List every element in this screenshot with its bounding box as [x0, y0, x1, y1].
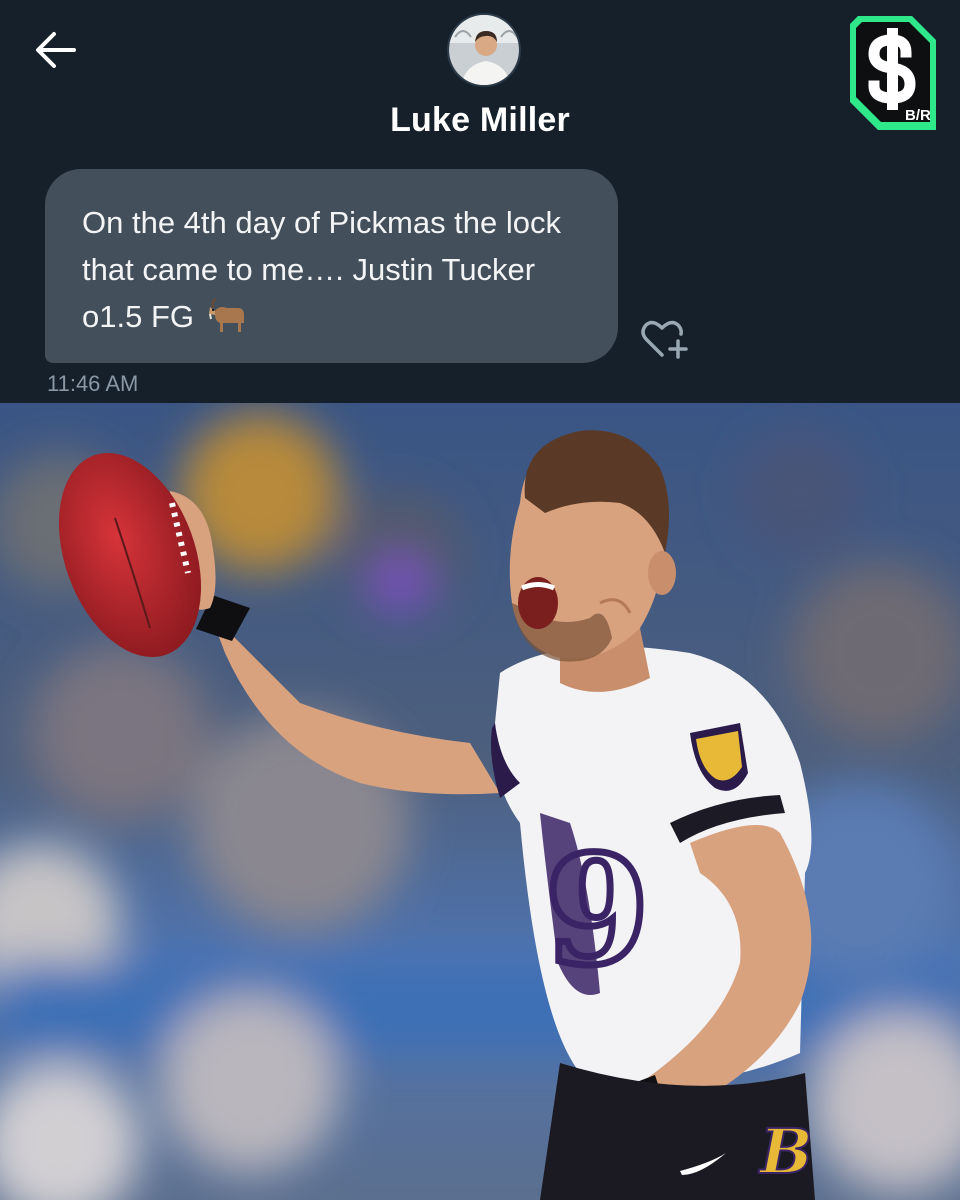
back-button[interactable] [30, 28, 80, 74]
message-thread: On the 4th day of Pickmas the lock that … [0, 163, 960, 403]
brand-text: B/R [905, 107, 931, 124]
jersey-number: 9 [545, 823, 649, 999]
add-reaction-button[interactable] [638, 315, 690, 361]
goat-emoji-icon [207, 297, 249, 348]
br-betting-dollar-icon: B/R [850, 16, 936, 130]
message-bubble[interactable]: On the 4th day of Pickmas the lock that … [45, 169, 618, 363]
arrow-left-icon [36, 32, 76, 68]
br-betting-logo: B/R [848, 14, 938, 132]
avatar[interactable] [447, 13, 521, 87]
contact-name: Luke Miller [390, 101, 570, 139]
attached-photo[interactable]: 9 B [0, 403, 960, 1200]
message-timestamp: 11:46 AM [47, 371, 139, 396]
heart-plus-icon [641, 320, 688, 359]
conversation-header: Luke Miller B/R [0, 0, 960, 163]
svg-text:B: B [758, 1115, 812, 1188]
message-text: On the 4th day of Pickmas the lock that … [82, 205, 562, 334]
